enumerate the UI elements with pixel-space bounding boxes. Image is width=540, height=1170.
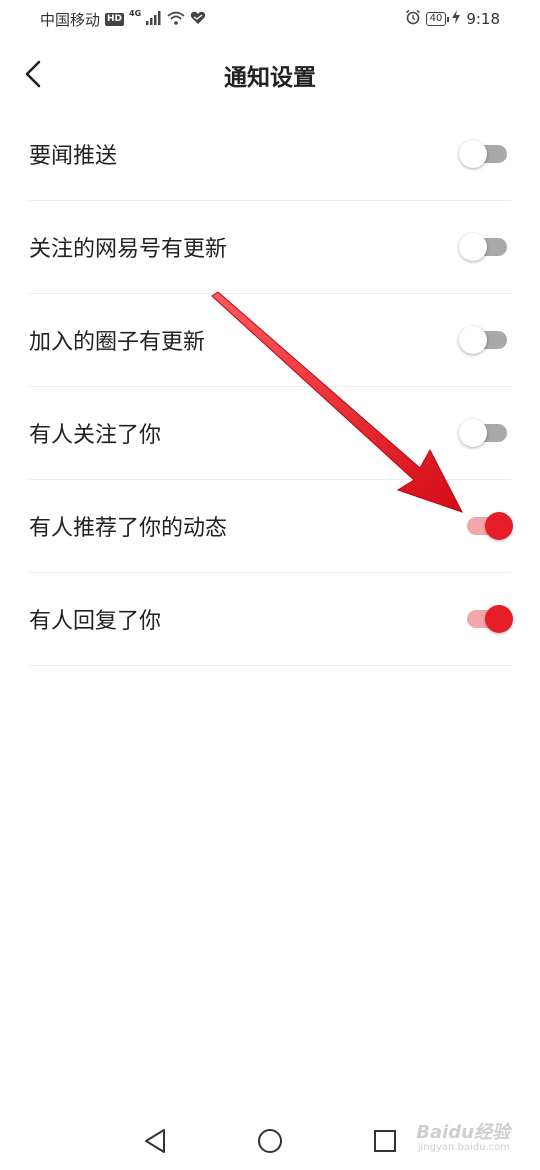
setting-row-headline-push: 要闻推送 <box>29 108 511 201</box>
toggle-switch[interactable] <box>459 326 511 354</box>
setting-label: 关注的网易号有更新 <box>29 237 228 262</box>
setting-row-post-recommended: 有人推荐了你的动态 <box>29 480 513 573</box>
toggle-switch[interactable] <box>459 605 513 633</box>
setting-row-followed-account-update: 关注的网易号有更新 <box>29 201 511 294</box>
setting-label: 加入的圈子有更新 <box>29 330 206 355</box>
alarm-icon <box>405 9 421 29</box>
setting-label: 有人推荐了你的动态 <box>29 516 228 541</box>
watermark-url: jingyan.baidu.com <box>417 1142 510 1153</box>
page-header: 通知设置 <box>0 38 540 110</box>
home-circle-icon <box>258 1129 282 1153</box>
nav-home-button[interactable] <box>255 1126 285 1156</box>
setting-row-new-reply: 有人回复了你 <box>29 573 513 666</box>
toggle-knob <box>485 512 513 540</box>
clock-time: 9:18 <box>466 10 500 28</box>
toggle-switch[interactable] <box>459 512 513 540</box>
hd-badge: HD <box>105 13 125 26</box>
toggle-knob <box>459 140 487 168</box>
toggle-switch[interactable] <box>459 419 511 447</box>
carrier-name: 中国移动 <box>40 11 101 29</box>
toggle-knob <box>459 233 487 261</box>
watermark-logo: Baidu经验 <box>416 1122 510 1143</box>
signal-icon <box>146 10 162 29</box>
toggle-knob <box>485 605 513 633</box>
recents-square-icon <box>374 1130 396 1152</box>
page-title: 通知设置 <box>224 65 316 91</box>
status-left: 中国移动 HD 4G <box>40 9 206 30</box>
toggle-knob <box>459 419 487 447</box>
status-bar: 中国移动 HD 4G 40 9:18 <box>0 0 540 38</box>
network-tag: 4G <box>129 9 142 18</box>
nav-back-button[interactable] <box>140 1126 170 1156</box>
toggle-knob <box>459 326 487 354</box>
toggle-switch[interactable] <box>459 233 511 261</box>
status-right: 40 9:18 <box>405 9 500 29</box>
setting-row-joined-circle-update: 加入的圈子有更新 <box>29 294 511 387</box>
wifi-icon <box>167 11 185 29</box>
heart-icon <box>190 11 206 29</box>
settings-list: 要闻推送 关注的网易号有更新 加入的圈子有更新 有人关注了你 有人推荐了你的动态 <box>0 108 540 666</box>
setting-label: 有人回复了你 <box>29 609 162 634</box>
toggle-switch[interactable] <box>459 140 511 168</box>
setting-row-new-follower: 有人关注了你 <box>29 387 511 480</box>
charging-icon <box>451 10 461 28</box>
setting-label: 有人关注了你 <box>29 423 162 448</box>
setting-label: 要闻推送 <box>29 144 118 169</box>
back-triangle-icon <box>145 1129 165 1153</box>
battery-level: 40 <box>425 12 450 26</box>
nav-recents-button[interactable] <box>370 1126 400 1156</box>
